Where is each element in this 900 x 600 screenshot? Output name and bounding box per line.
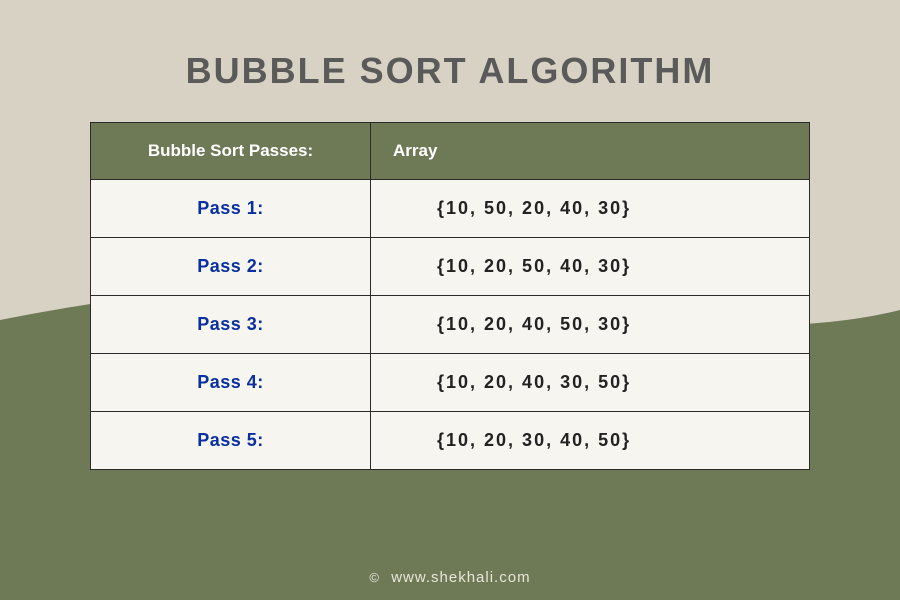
pass-label: Pass 1:: [197, 198, 264, 219]
passes-table: Bubble Sort Passes: Array Pass 1: {10, 5…: [90, 122, 810, 470]
pass-label: Pass 4:: [197, 372, 264, 393]
header-passes: Bubble Sort Passes:: [91, 123, 371, 179]
pass-label: Pass 2:: [197, 256, 264, 277]
table-row: Pass 5: {10, 20, 30, 40, 50}: [91, 412, 809, 469]
table-row: Pass 4: {10, 20, 40, 30, 50}: [91, 354, 809, 412]
table-header-row: Bubble Sort Passes: Array: [91, 123, 809, 180]
page-title: BUBBLE SORT ALGORITHM: [0, 0, 900, 92]
array-value: {10, 20, 30, 40, 50}: [387, 430, 631, 451]
footer: © www.shekhali.com: [0, 569, 900, 586]
table-row: Pass 1: {10, 50, 20, 40, 30}: [91, 180, 809, 238]
copyright-symbol: ©: [369, 570, 380, 585]
header-array: Array: [371, 123, 809, 179]
pass-label: Pass 5:: [197, 430, 264, 451]
site-url: www.shekhali.com: [391, 569, 530, 586]
table-row: Pass 2: {10, 20, 50, 40, 30}: [91, 238, 809, 296]
array-value: {10, 20, 50, 40, 30}: [387, 256, 631, 277]
table-row: Pass 3: {10, 20, 40, 50, 30}: [91, 296, 809, 354]
pass-label: Pass 3:: [197, 314, 264, 335]
array-value: {10, 20, 40, 50, 30}: [387, 314, 631, 335]
array-value: {10, 50, 20, 40, 30}: [387, 198, 631, 219]
array-value: {10, 20, 40, 30, 50}: [387, 372, 631, 393]
